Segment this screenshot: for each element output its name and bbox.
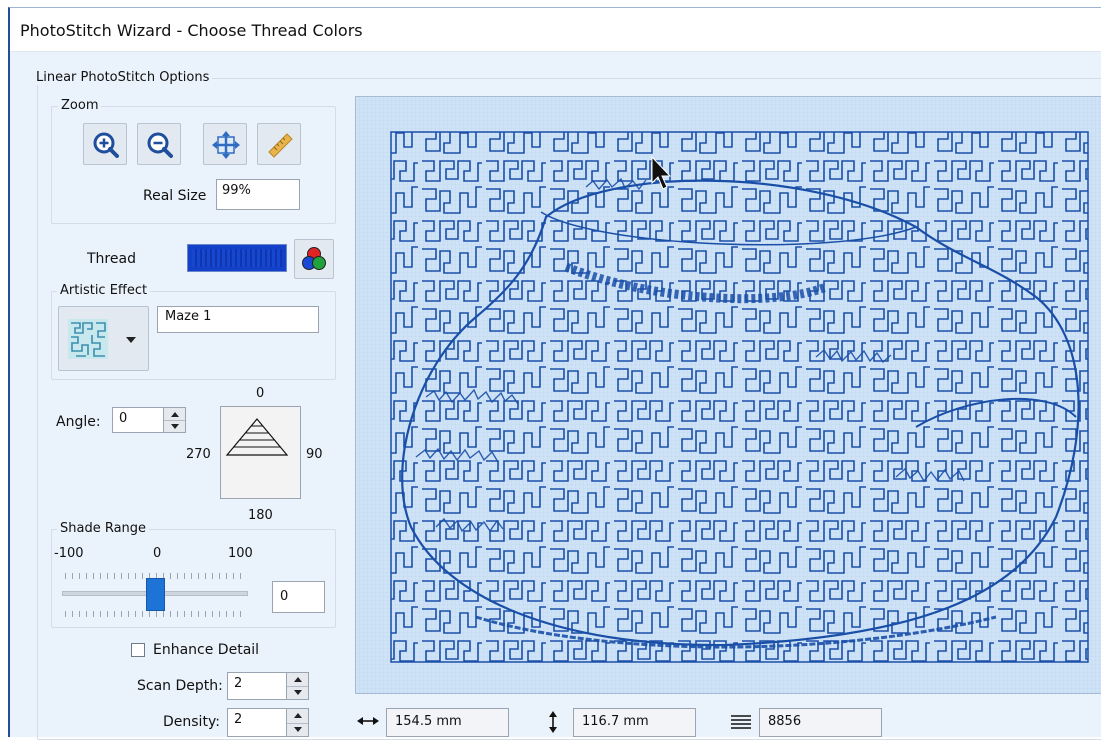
zoom-in-button[interactable] — [83, 123, 127, 165]
stitch-count-value: 8856 — [768, 714, 802, 729]
color-wheel-icon — [302, 247, 326, 270]
horizontal-arrows-icon — [357, 717, 379, 725]
scan-depth-input[interactable]: 2 — [227, 672, 287, 700]
scan-depth-label: Scan Depth: — [137, 678, 223, 694]
thread-label: Thread — [87, 251, 136, 267]
shade-min-label: -100 — [54, 546, 84, 561]
width-value: 154.5 mm — [395, 714, 462, 729]
dial-label-right: 90 — [306, 447, 323, 462]
dial-label-bottom: 180 — [248, 508, 273, 523]
density-up-arrow[interactable] — [287, 709, 308, 724]
shade-max-label: 100 — [228, 546, 253, 561]
density-spinner[interactable] — [286, 708, 309, 737]
shade-mid-label: 0 — [153, 546, 162, 561]
thread-color-swatch[interactable] — [187, 244, 287, 272]
height-value: 116.7 mm — [582, 714, 649, 729]
effect-name-value: Maze 1 — [165, 309, 212, 324]
density-down-arrow[interactable] — [287, 723, 308, 737]
angle-spinner[interactable] — [163, 407, 186, 433]
angle-input[interactable]: 0 — [112, 407, 164, 433]
shade-value-input[interactable]: 0 — [272, 581, 325, 613]
dial-label-top: 0 — [256, 386, 265, 401]
thread-palette-button[interactable] — [294, 239, 334, 279]
photostitch-window: PhotoStitch Wizard - Choose Thread Color… — [8, 7, 1101, 740]
dial-label-left: 270 — [186, 447, 211, 462]
zoom-label: Zoom — [58, 98, 102, 113]
width-field: 154.5 mm — [386, 708, 509, 737]
zoom-out-icon — [147, 132, 173, 158]
zoom-percent-value: 99% — [222, 183, 251, 198]
angle-dial[interactable] — [220, 406, 301, 499]
window-title: PhotoStitch Wizard - Choose Thread Color… — [20, 21, 363, 40]
ruler-icon — [268, 133, 293, 158]
real-size-button[interactable] — [257, 123, 301, 165]
shade-ticks-bottom — [65, 611, 245, 617]
density-input[interactable]: 2 — [227, 708, 287, 737]
fit-to-window-icon — [212, 131, 240, 159]
artistic-effect-dropdown[interactable] — [58, 306, 149, 371]
shade-value: 0 — [280, 589, 289, 604]
height-field: 116.7 mm — [573, 708, 696, 737]
scan-depth-up-arrow[interactable] — [287, 673, 308, 687]
effect-name-field[interactable]: Maze 1 — [157, 306, 319, 333]
shade-range-label: Shade Range — [57, 521, 150, 536]
title-bar: PhotoStitch Wizard - Choose Thread Color… — [10, 8, 1101, 52]
fit-to-window-button[interactable] — [203, 123, 247, 165]
vertical-arrows-icon — [549, 711, 557, 733]
density-value: 2 — [234, 712, 243, 727]
stitch-count-field: 8856 — [759, 708, 882, 737]
density-label: Density: — [163, 714, 220, 730]
angle-label: Angle: — [56, 414, 101, 430]
real-size-label: Real Size — [143, 188, 207, 204]
zoom-percent-field[interactable]: 99% — [216, 179, 300, 210]
chevron-down-icon — [126, 337, 136, 343]
maze-pattern-icon — [68, 319, 108, 359]
zoom-out-button[interactable] — [137, 123, 181, 165]
stitch-preview-canvas[interactable] — [355, 96, 1101, 694]
scan-depth-spinner[interactable] — [286, 672, 309, 700]
scan-depth-down-arrow[interactable] — [287, 686, 308, 699]
shade-slider-thumb[interactable] — [146, 578, 165, 611]
stitch-preview-image — [356, 97, 1101, 693]
angle-direction-icon — [225, 418, 289, 456]
artistic-effect-label: Artistic Effect — [57, 283, 151, 298]
angle-value: 0 — [119, 411, 128, 426]
angle-down-arrow[interactable] — [164, 420, 185, 432]
options-group-label: Linear PhotoStitch Options — [33, 70, 213, 85]
stitch-count-icon — [731, 715, 751, 729]
zoom-in-icon — [93, 132, 119, 158]
enhance-detail-checkbox[interactable] — [131, 643, 145, 657]
scan-depth-value: 2 — [234, 676, 243, 691]
enhance-detail-label: Enhance Detail — [153, 642, 260, 658]
